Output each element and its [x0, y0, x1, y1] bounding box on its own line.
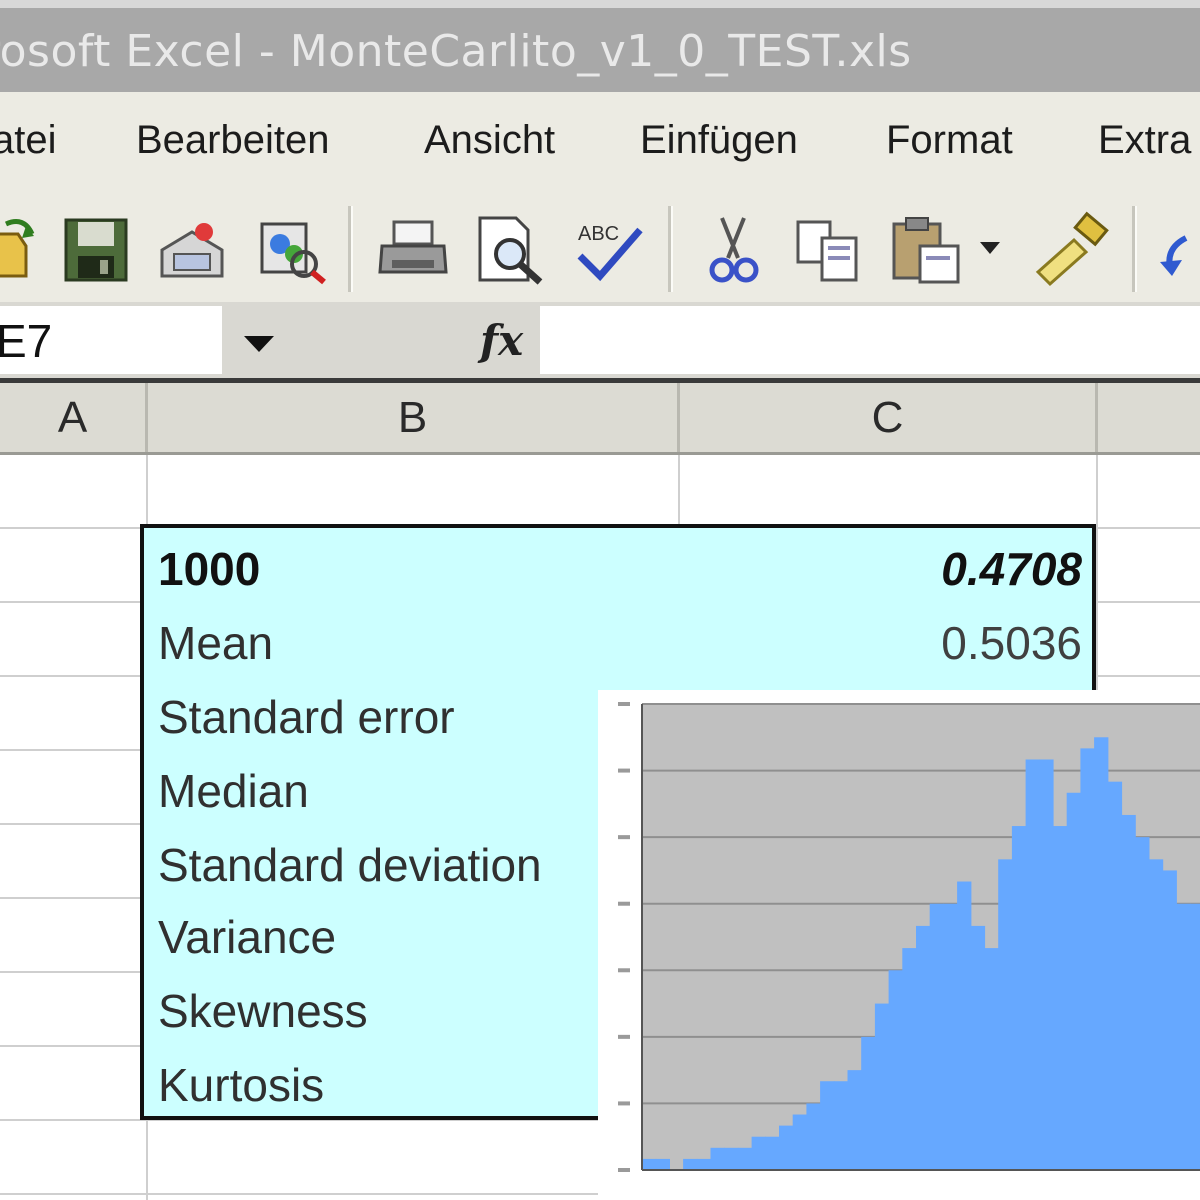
histogram-bar	[970, 925, 986, 1170]
menu-file[interactable]: atei	[0, 118, 57, 163]
paste-icon[interactable]	[886, 210, 964, 288]
histogram-bar	[683, 1158, 698, 1170]
histogram-bar	[847, 1070, 862, 1170]
cut-icon[interactable]	[694, 210, 772, 288]
window-title: rosoft Excel - MonteCarlito_v1_0_TEST.xl…	[0, 26, 912, 77]
histogram-bar	[1190, 903, 1200, 1170]
histogram-bar	[1094, 737, 1109, 1170]
histogram-bar	[1107, 781, 1123, 1170]
result-cell[interactable]: 0.4708	[941, 542, 1082, 596]
histogram-bar	[806, 1103, 821, 1170]
histogram-bar	[929, 903, 944, 1170]
y-tick-mark	[618, 835, 630, 840]
median-label[interactable]: Median	[158, 764, 309, 818]
standard-toolbar: ABC	[0, 196, 1200, 302]
y-tick-mark	[618, 768, 630, 773]
histogram-bar	[820, 1081, 835, 1170]
skewness-label[interactable]: Skewness	[158, 984, 368, 1038]
histogram-bar	[998, 859, 1013, 1170]
histogram-bar	[957, 881, 972, 1170]
histogram-bar	[642, 1158, 657, 1170]
histogram-bar	[1039, 759, 1054, 1170]
y-tick-mark	[618, 968, 630, 973]
iterations-cell[interactable]: 1000	[158, 542, 260, 596]
variance-label[interactable]: Variance	[158, 910, 336, 964]
formula-bar: E7 fx	[0, 302, 1200, 380]
toolbar-separator	[1132, 206, 1137, 292]
histogram-bar	[874, 1003, 890, 1170]
standard-deviation-label[interactable]: Standard deviation	[158, 838, 542, 892]
menu-format[interactable]: Format	[886, 118, 1013, 163]
mean-label[interactable]: Mean	[158, 616, 273, 670]
save-icon[interactable]	[58, 210, 136, 288]
histogram-bar	[1121, 814, 1136, 1170]
permission-icon[interactable]	[152, 210, 230, 288]
histogram-bar	[1025, 759, 1040, 1170]
histogram-bar	[916, 925, 931, 1170]
standard-error-label[interactable]: Standard error	[158, 690, 455, 744]
histogram-bar	[1176, 903, 1191, 1170]
histogram-bar	[1162, 870, 1177, 1170]
histogram-bar	[833, 1081, 849, 1170]
spellcheck-icon[interactable]: ABC	[570, 210, 648, 288]
column-header-b[interactable]: B	[148, 383, 680, 452]
column-header-c[interactable]: C	[680, 383, 1098, 452]
format-painter-icon[interactable]	[1034, 210, 1112, 288]
histogram-bar	[1066, 792, 1081, 1170]
y-tick-mark	[618, 1101, 630, 1106]
kurtosis-label[interactable]: Kurtosis	[158, 1058, 324, 1112]
histogram-bar	[792, 1114, 807, 1170]
histogram-bar	[779, 1125, 794, 1170]
column-headers: A B C	[0, 383, 1200, 455]
column-header-d[interactable]	[1098, 383, 1200, 452]
mean-value[interactable]: 0.5036	[941, 616, 1082, 670]
histogram-bar	[902, 948, 917, 1170]
histogram-bar	[1135, 837, 1150, 1170]
menu-bar: atei Bearbeiten Ansicht Einfügen Format …	[0, 92, 1200, 196]
svg-text:ABC: ABC	[578, 223, 619, 245]
histogram-bar	[888, 970, 903, 1170]
histogram-bar	[696, 1158, 712, 1170]
histogram-bar	[655, 1158, 670, 1170]
research-icon[interactable]	[252, 210, 330, 288]
name-box[interactable]: E7	[0, 306, 222, 374]
histogram-bar	[751, 1136, 766, 1170]
histogram-bar	[1011, 826, 1027, 1170]
histogram-bar	[724, 1147, 739, 1170]
name-box-dropdown-chevron-icon[interactable]	[222, 306, 302, 374]
menu-insert[interactable]: Einfügen	[640, 118, 798, 163]
menu-tools[interactable]: Extra	[1098, 118, 1191, 163]
histogram-bar	[1080, 748, 1095, 1170]
y-tick-mark	[618, 1168, 630, 1172]
y-tick-mark	[618, 901, 630, 906]
copy-icon[interactable]	[790, 210, 868, 288]
histogram-chart[interactable]	[598, 690, 1200, 1200]
print-preview-icon[interactable]	[470, 210, 548, 288]
paste-dropdown-chevron-icon[interactable]	[972, 210, 1008, 288]
menu-view[interactable]: Ansicht	[424, 118, 555, 163]
histogram-bar	[984, 948, 999, 1170]
histogram-bar	[710, 1147, 725, 1170]
histogram-svg	[618, 702, 1200, 1172]
toolbar-separator	[668, 206, 673, 292]
toolbar-separator	[348, 206, 353, 292]
print-icon[interactable]	[374, 210, 452, 288]
undo-icon[interactable]	[1156, 210, 1200, 288]
histogram-bar	[861, 1036, 876, 1170]
histogram-bar	[1148, 859, 1164, 1170]
y-tick-mark	[618, 702, 630, 706]
histogram-bar	[765, 1136, 780, 1170]
y-tick-mark	[618, 1034, 630, 1039]
name-box-value: E7	[0, 315, 53, 367]
column-header-a[interactable]: A	[0, 383, 148, 452]
formula-input[interactable]	[540, 306, 1200, 374]
title-bar: rosoft Excel - MonteCarlito_v1_0_TEST.xl…	[0, 0, 1200, 92]
menu-edit[interactable]: Bearbeiten	[136, 118, 329, 163]
histogram-bar	[943, 903, 958, 1170]
histogram-bar	[1053, 826, 1068, 1170]
insert-function-icon[interactable]: fx	[480, 316, 523, 365]
histogram-bar	[737, 1147, 753, 1170]
open-icon[interactable]	[0, 210, 38, 288]
